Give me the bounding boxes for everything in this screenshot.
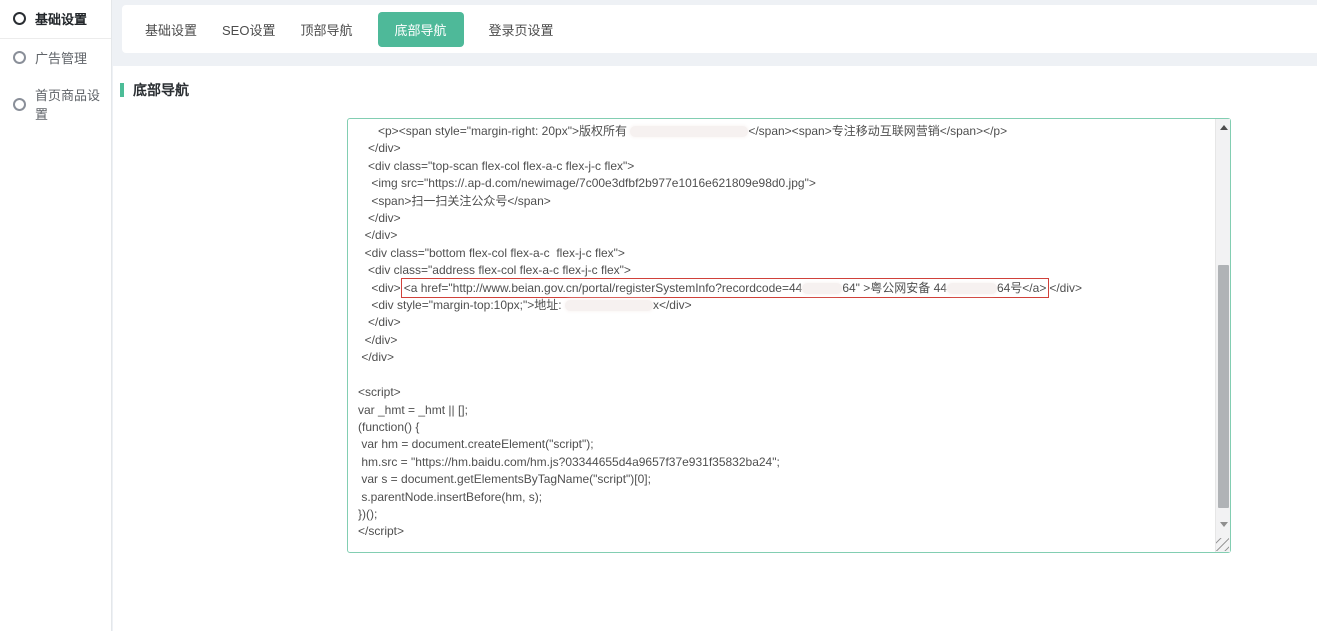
settings-tab-bar: 基础设置 SEO设置 顶部导航 底部导航 登录页设置	[122, 5, 1317, 53]
sidebar-item-label: 广告管理	[35, 48, 87, 67]
vertical-scrollbar[interactable]	[1215, 119, 1230, 552]
sidebar-item-label: 基础设置	[35, 9, 87, 28]
code-line: </script>	[358, 523, 1213, 540]
code-text: <div>	[358, 281, 401, 295]
tab-top-navigation[interactable]: 顶部导航	[300, 12, 352, 47]
code-line: </div>	[358, 349, 1213, 366]
settings-sidebar: 基础设置 广告管理 首页商品设置	[0, 0, 112, 631]
code-line: <div><a href="http://www.beian.gov.cn/po…	[358, 280, 1213, 297]
scroll-down-button[interactable]	[1216, 517, 1231, 532]
code-text: <img src="https://.ap-d.com/newimage/7c0…	[358, 176, 816, 190]
code-text: </div>	[1049, 281, 1082, 295]
code-line: <div class="top-scan flex-col flex-a-c f…	[358, 158, 1213, 175]
scrollbar-thumb[interactable]	[1218, 265, 1229, 508]
code-line: var s = document.getElementsByTagName("s…	[358, 471, 1213, 488]
arrow-down-icon	[1220, 522, 1228, 527]
code-text: </div>	[358, 315, 401, 329]
sidebar-item-ad-management[interactable]: 广告管理	[0, 39, 111, 76]
code-line: var _hmt = _hmt || [];	[358, 402, 1213, 419]
code-line: <p><span style="margin-right: 20px">版权所有…	[358, 123, 1213, 140]
code-text: (function() {	[358, 420, 419, 434]
code-content: <p><span style="margin-right: 20px">版权所有…	[348, 119, 1215, 552]
code-text: </span><span>专注移动互联网营销</span></p>	[748, 124, 1007, 138]
arrow-up-icon	[1220, 125, 1228, 130]
code-line: </div>	[358, 314, 1213, 331]
code-line: <span>扫一扫关注公众号</span>	[358, 193, 1213, 210]
code-text: <script>	[358, 385, 401, 399]
code-text: s.parentNode.insertBefore(hm, s);	[358, 490, 542, 504]
code-text: </script>	[358, 524, 404, 538]
radio-circle-icon	[13, 12, 26, 25]
code-text: </div>	[358, 333, 397, 347]
code-text: <div style="margin-top:10px;">地址:	[358, 298, 565, 312]
code-text: <p><span style="margin-right: 20px">版权所有	[358, 124, 630, 138]
code-text: <span>扫一扫关注公众号</span>	[358, 194, 551, 208]
code-text	[358, 368, 361, 382]
code-text: <div class="top-scan flex-col flex-a-c f…	[358, 159, 634, 173]
tab-basic-settings[interactable]: 基础设置	[145, 12, 197, 47]
code-text: var s = document.getElementsByTagName("s…	[358, 472, 651, 486]
code-text: var _hmt = _hmt || [];	[358, 403, 468, 417]
code-line: s.parentNode.insertBefore(hm, s);	[358, 489, 1213, 506]
tab-login-page-settings[interactable]: 登录页设置	[489, 12, 554, 47]
code-line: </div>	[358, 140, 1213, 157]
code-line: <div class="bottom flex-col flex-a-c fle…	[358, 245, 1213, 262]
redacted-text	[947, 283, 997, 294]
code-text: </div>	[358, 211, 401, 225]
redacted-text	[802, 283, 842, 294]
radio-circle-icon	[13, 98, 26, 111]
code-line: <script>	[358, 384, 1213, 401]
code-line: </div>	[358, 210, 1213, 227]
code-text: <div class="address flex-col flex-a-c fl…	[358, 263, 631, 277]
code-text: hm.src = "https://hm.baidu.com/hm.js?033…	[358, 455, 780, 469]
page-title: 底部导航	[133, 80, 189, 100]
red-annotation-box: <a href="http://www.beian.gov.cn/portal/…	[401, 278, 1050, 298]
code-line: var hm = document.createElement("script"…	[358, 436, 1213, 453]
code-line: })();	[358, 506, 1213, 523]
textarea-resize-grip-icon[interactable]	[1216, 538, 1229, 551]
tab-bottom-navigation[interactable]: 底部导航	[378, 12, 464, 47]
tab-seo-settings[interactable]: SEO设置	[222, 12, 275, 47]
code-line: </div>	[358, 332, 1213, 349]
code-text: </div>	[358, 228, 397, 242]
redacted-text	[565, 300, 653, 311]
section-title: 底部导航	[120, 80, 189, 100]
code-text: </div>	[358, 350, 394, 364]
code-text: 64" >粤公网安备 44	[842, 281, 947, 295]
bottom-navigation-panel: 底部导航 <p><span style="margin-right: 20px"…	[113, 66, 1317, 631]
code-line: </div>	[358, 227, 1213, 244]
sidebar-item-basic-settings[interactable]: 基础设置	[0, 0, 111, 39]
title-accent-bar	[120, 83, 124, 97]
code-text: var hm = document.createElement("script"…	[358, 437, 594, 451]
code-line: (function() {	[358, 419, 1213, 436]
radio-circle-icon	[13, 51, 26, 64]
code-line	[358, 367, 1213, 384]
footer-html-code-textarea[interactable]: <p><span style="margin-right: 20px">版权所有…	[347, 118, 1231, 553]
sidebar-item-label: 首页商品设置	[35, 85, 111, 123]
code-text: <div class="bottom flex-col flex-a-c fle…	[358, 246, 625, 260]
redacted-text	[630, 126, 748, 137]
scroll-up-button[interactable]	[1216, 120, 1231, 135]
code-text: 64号</a>	[997, 281, 1046, 295]
code-text: x</div>	[653, 298, 692, 312]
sidebar-item-homepage-products[interactable]: 首页商品设置	[0, 76, 111, 132]
code-text: })();	[358, 507, 377, 521]
code-line: <div style="margin-top:10px;">地址: x</div…	[358, 297, 1213, 314]
code-line: <img src="https://.ap-d.com/newimage/7c0…	[358, 175, 1213, 192]
code-text: <a href="http://www.beian.gov.cn/portal/…	[404, 281, 803, 295]
code-text: </div>	[358, 141, 401, 155]
code-line: hm.src = "https://hm.baidu.com/hm.js?033…	[358, 454, 1213, 471]
